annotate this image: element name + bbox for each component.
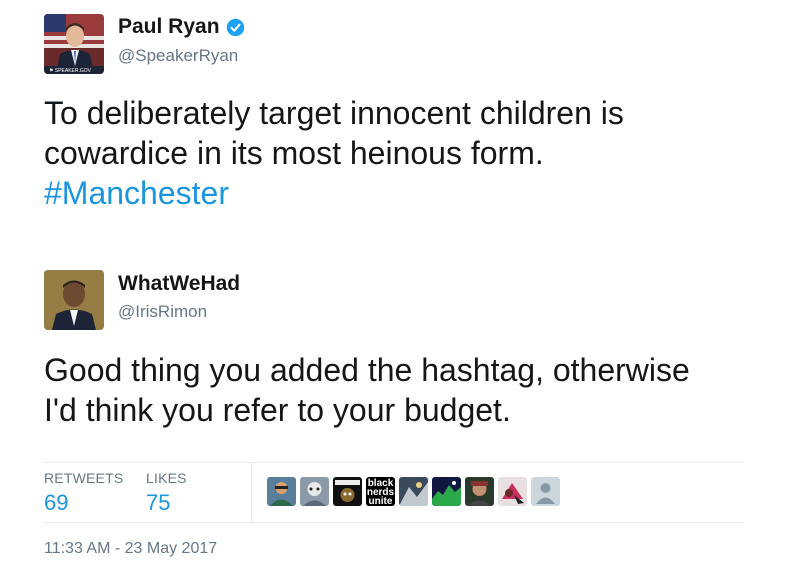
tweet-text-line-1: To deliberately target innocent children…: [44, 95, 624, 131]
avatar-image: ⚑ SPEAKER.GOV: [44, 14, 104, 74]
svg-text:⚑ SPEAKER.GOV: ⚑ SPEAKER.GOV: [49, 68, 92, 74]
liker-avatar[interactable]: [399, 477, 428, 506]
liker-badge-text: black nerds unite: [366, 478, 395, 507]
liker-avatar[interactable]: [267, 477, 296, 506]
likes-label: LIKES: [146, 470, 187, 486]
avatar-paul-ryan[interactable]: ⚑ SPEAKER.GOV: [44, 14, 104, 74]
retweets-label: RETWEETS: [44, 470, 124, 486]
likers-avatars: black nerds unite: [267, 477, 560, 506]
tweet-text: To deliberately target innocent children…: [44, 93, 764, 213]
liker-avatar[interactable]: [333, 477, 362, 506]
likes-stat[interactable]: LIKES 75: [146, 470, 187, 516]
verified-badge-icon: [226, 18, 244, 36]
retweets-stat[interactable]: RETWEETS 69: [44, 470, 123, 516]
hashtag-link[interactable]: #Manchester: [44, 173, 764, 213]
author-handle[interactable]: @SpeakerRyan: [118, 46, 238, 66]
liker-avatar[interactable]: [432, 477, 461, 506]
liker-avatar-black-nerds-unite[interactable]: black nerds unite: [366, 477, 395, 506]
liker-avatar[interactable]: [465, 477, 494, 506]
author-name-text[interactable]: WhatWeHad: [118, 272, 240, 296]
divider-bottom: [44, 522, 744, 523]
divider-top: [44, 462, 744, 463]
liker-avatar[interactable]: [300, 477, 329, 506]
author-name-text[interactable]: Paul Ryan: [118, 15, 220, 39]
default-avatar-icon[interactable]: [531, 477, 560, 506]
likes-count[interactable]: 75: [146, 490, 187, 516]
liker-avatar[interactable]: [498, 477, 527, 506]
author-name[interactable]: WhatWeHad: [118, 272, 240, 296]
stats-separator: [251, 462, 252, 522]
avatar-image: [44, 270, 104, 330]
author-name[interactable]: Paul Ryan: [118, 15, 245, 39]
tweet-text: Good thing you added the hashtag, otherw…: [44, 350, 764, 430]
avatar-whatwehad[interactable]: [44, 270, 104, 330]
author-handle[interactable]: @IrisRimon: [118, 302, 207, 322]
tweet-text-line-2: I'd think you refer to your budget.: [44, 392, 511, 428]
tweet-timestamp[interactable]: 11:33 AM - 23 May 2017: [44, 540, 217, 558]
tweet-text-line-2: cowardice in its most heinous form.: [44, 135, 544, 171]
tweet-text-line-1: Good thing you added the hashtag, otherw…: [44, 352, 690, 388]
retweets-count[interactable]: 69: [44, 490, 123, 516]
